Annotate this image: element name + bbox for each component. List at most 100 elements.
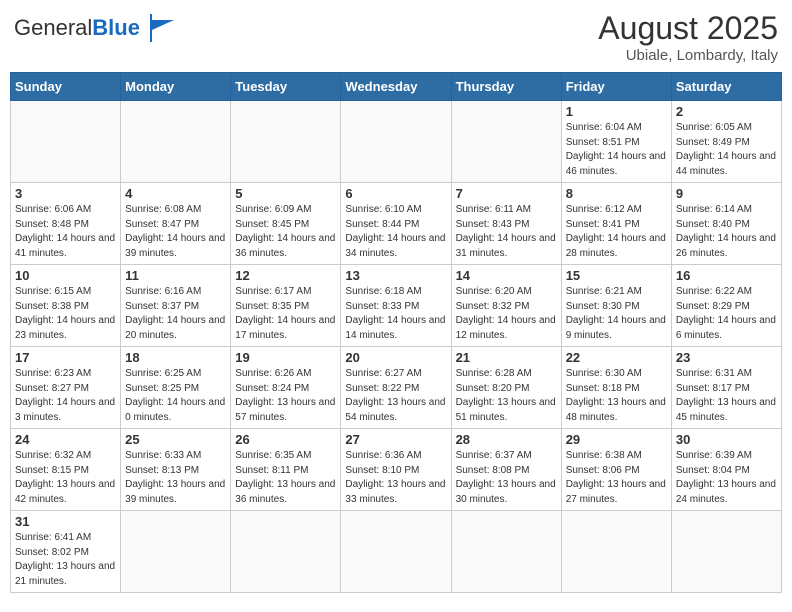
calendar-cell: 5Sunrise: 6:09 AM Sunset: 8:45 PM Daylig… xyxy=(231,183,341,265)
day-number: 13 xyxy=(345,268,446,283)
day-number: 17 xyxy=(15,350,116,365)
day-number: 9 xyxy=(676,186,777,201)
calendar-cell xyxy=(451,511,561,593)
calendar-cell: 11Sunrise: 6:16 AM Sunset: 8:37 PM Dayli… xyxy=(121,265,231,347)
day-info: Sunrise: 6:22 AM Sunset: 8:29 PM Dayligh… xyxy=(676,285,777,343)
day-number: 19 xyxy=(235,350,336,365)
day-number: 29 xyxy=(566,432,667,447)
day-info: Sunrise: 6:05 AM Sunset: 8:49 PM Dayligh… xyxy=(676,121,777,179)
calendar-table: SundayMondayTuesdayWednesdayThursdayFrid… xyxy=(10,72,782,593)
day-number: 22 xyxy=(566,350,667,365)
calendar-cell: 13 Sunrise: 6:18 AM Sunset: 8:33 PM Dayli… xyxy=(341,265,451,347)
day-info: Sunrise: 6:37 AM Sunset: 8:08 PM Dayligh… xyxy=(456,449,557,507)
header: GeneralBlue August 2025 Ubiale, Lombardy… xyxy=(10,10,782,64)
day-info: Sunrise: 6:18 AM Sunset: 8:33 PM Dayligh… xyxy=(345,285,446,343)
calendar-cell: 25 Sunrise: 6:33 AM Sunset: 8:13 PM Dayli… xyxy=(121,429,231,511)
day-info: Sunrise: 6:08 AM Sunset: 8:47 PM Dayligh… xyxy=(125,203,226,261)
calendar-cell xyxy=(561,511,671,593)
calendar-cell xyxy=(121,101,231,183)
calendar-cell: 6 Sunrise: 6:10 AM Sunset: 8:44 PM Daylig… xyxy=(341,183,451,265)
calendar-cell: 22Sunrise: 6:30 AM Sunset: 8:18 PM Dayli… xyxy=(561,347,671,429)
calendar-cell: 30 Sunrise: 6:39 AM Sunset: 8:04 PM Dayli… xyxy=(671,429,781,511)
day-number: 27 xyxy=(345,432,446,447)
day-number: 5 xyxy=(235,186,336,201)
day-info: Sunrise: 6:39 AM Sunset: 8:04 PM Dayligh… xyxy=(676,449,777,507)
day-info: Sunrise: 6:41 AM Sunset: 8:02 PM Dayligh… xyxy=(15,531,116,589)
calendar-cell: 31 Sunrise: 6:41 AM Sunset: 8:02 PM Dayli… xyxy=(11,511,121,593)
logo: GeneralBlue xyxy=(14,10,180,46)
calendar-cell: 2 Sunrise: 6:05 AM Sunset: 8:49 PM Daylig… xyxy=(671,101,781,183)
title-area: August 2025 Ubiale, Lombardy, Italy xyxy=(598,10,778,64)
calendar-week-row: 24Sunrise: 6:32 AM Sunset: 8:15 PM Dayli… xyxy=(11,429,782,511)
calendar-cell: 19 Sunrise: 6:26 AM Sunset: 8:24 PM Dayli… xyxy=(231,347,341,429)
day-number: 31 xyxy=(15,514,116,529)
calendar-cell xyxy=(341,511,451,593)
calendar-cell: 14 Sunrise: 6:20 AM Sunset: 8:32 PM Dayli… xyxy=(451,265,561,347)
day-info: Sunrise: 6:31 AM Sunset: 8:17 PM Dayligh… xyxy=(676,367,777,425)
calendar-cell: 24Sunrise: 6:32 AM Sunset: 8:15 PM Dayli… xyxy=(11,429,121,511)
day-number: 25 xyxy=(125,432,226,447)
calendar-cell xyxy=(671,511,781,593)
day-info: Sunrise: 6:23 AM Sunset: 8:27 PM Dayligh… xyxy=(15,367,116,425)
day-number: 10 xyxy=(15,268,116,283)
location-title: Ubiale, Lombardy, Italy xyxy=(598,47,778,64)
calendar-cell: 29 Sunrise: 6:38 AM Sunset: 8:06 PM Dayli… xyxy=(561,429,671,511)
day-info: Sunrise: 6:27 AM Sunset: 8:22 PM Dayligh… xyxy=(345,367,446,425)
calendar-cell xyxy=(341,101,451,183)
calendar-cell: 20Sunrise: 6:27 AM Sunset: 8:22 PM Dayli… xyxy=(341,347,451,429)
calendar-cell: 10 Sunrise: 6:15 AM Sunset: 8:38 PM Dayli… xyxy=(11,265,121,347)
day-info: Sunrise: 6:17 AM Sunset: 8:35 PM Dayligh… xyxy=(235,285,336,343)
calendar-cell: 9 Sunrise: 6:14 AM Sunset: 8:40 PM Daylig… xyxy=(671,183,781,265)
day-number: 3 xyxy=(15,186,116,201)
day-number: 7 xyxy=(456,186,557,201)
day-info: Sunrise: 6:11 AM Sunset: 8:43 PM Dayligh… xyxy=(456,203,557,261)
calendar-week-row: 10 Sunrise: 6:15 AM Sunset: 8:38 PM Dayli… xyxy=(11,265,782,347)
day-header-tuesday: Tuesday xyxy=(231,73,341,101)
day-header-saturday: Saturday xyxy=(671,73,781,101)
day-header-monday: Monday xyxy=(121,73,231,101)
calendar-cell: 27Sunrise: 6:36 AM Sunset: 8:10 PM Dayli… xyxy=(341,429,451,511)
day-number: 28 xyxy=(456,432,557,447)
calendar-header-row: SundayMondayTuesdayWednesdayThursdayFrid… xyxy=(11,73,782,101)
calendar-cell: 16 Sunrise: 6:22 AM Sunset: 8:29 PM Dayli… xyxy=(671,265,781,347)
day-info: Sunrise: 6:14 AM Sunset: 8:40 PM Dayligh… xyxy=(676,203,777,261)
logo-text: GeneralBlue xyxy=(14,17,140,39)
logo-general: General xyxy=(14,15,92,40)
calendar-cell: 12 Sunrise: 6:17 AM Sunset: 8:35 PM Dayli… xyxy=(231,265,341,347)
calendar-cell xyxy=(231,511,341,593)
day-info: Sunrise: 6:10 AM Sunset: 8:44 PM Dayligh… xyxy=(345,203,446,261)
calendar-week-row: 1Sunrise: 6:04 AM Sunset: 8:51 PM Daylig… xyxy=(11,101,782,183)
calendar-cell: 4Sunrise: 6:08 AM Sunset: 8:47 PM Daylig… xyxy=(121,183,231,265)
day-info: Sunrise: 6:35 AM Sunset: 8:11 PM Dayligh… xyxy=(235,449,336,507)
day-info: Sunrise: 6:15 AM Sunset: 8:38 PM Dayligh… xyxy=(15,285,116,343)
day-info: Sunrise: 6:38 AM Sunset: 8:06 PM Dayligh… xyxy=(566,449,667,507)
day-number: 21 xyxy=(456,350,557,365)
day-number: 14 xyxy=(456,268,557,283)
day-info: Sunrise: 6:25 AM Sunset: 8:25 PM Dayligh… xyxy=(125,367,226,425)
day-info: Sunrise: 6:32 AM Sunset: 8:15 PM Dayligh… xyxy=(15,449,116,507)
calendar-cell: 15Sunrise: 6:21 AM Sunset: 8:30 PM Dayli… xyxy=(561,265,671,347)
day-number: 18 xyxy=(125,350,226,365)
day-number: 30 xyxy=(676,432,777,447)
calendar-cell: 28 Sunrise: 6:37 AM Sunset: 8:08 PM Dayli… xyxy=(451,429,561,511)
day-number: 6 xyxy=(345,186,446,201)
day-number: 8 xyxy=(566,186,667,201)
calendar-cell: 17 Sunrise: 6:23 AM Sunset: 8:27 PM Dayli… xyxy=(11,347,121,429)
day-info: Sunrise: 6:26 AM Sunset: 8:24 PM Dayligh… xyxy=(235,367,336,425)
calendar-cell: 21 Sunrise: 6:28 AM Sunset: 8:20 PM Dayli… xyxy=(451,347,561,429)
calendar-week-row: 3Sunrise: 6:06 AM Sunset: 8:48 PM Daylig… xyxy=(11,183,782,265)
day-number: 16 xyxy=(676,268,777,283)
day-header-thursday: Thursday xyxy=(451,73,561,101)
calendar-cell xyxy=(451,101,561,183)
calendar-cell: 3Sunrise: 6:06 AM Sunset: 8:48 PM Daylig… xyxy=(11,183,121,265)
day-info: Sunrise: 6:28 AM Sunset: 8:20 PM Dayligh… xyxy=(456,367,557,425)
calendar-cell: 18 Sunrise: 6:25 AM Sunset: 8:25 PM Dayli… xyxy=(121,347,231,429)
day-info: Sunrise: 6:33 AM Sunset: 8:13 PM Dayligh… xyxy=(125,449,226,507)
day-header-friday: Friday xyxy=(561,73,671,101)
day-info: Sunrise: 6:12 AM Sunset: 8:41 PM Dayligh… xyxy=(566,203,667,261)
day-number: 12 xyxy=(235,268,336,283)
day-number: 2 xyxy=(676,104,777,119)
day-number: 15 xyxy=(566,268,667,283)
day-number: 26 xyxy=(235,432,336,447)
day-info: Sunrise: 6:20 AM Sunset: 8:32 PM Dayligh… xyxy=(456,285,557,343)
